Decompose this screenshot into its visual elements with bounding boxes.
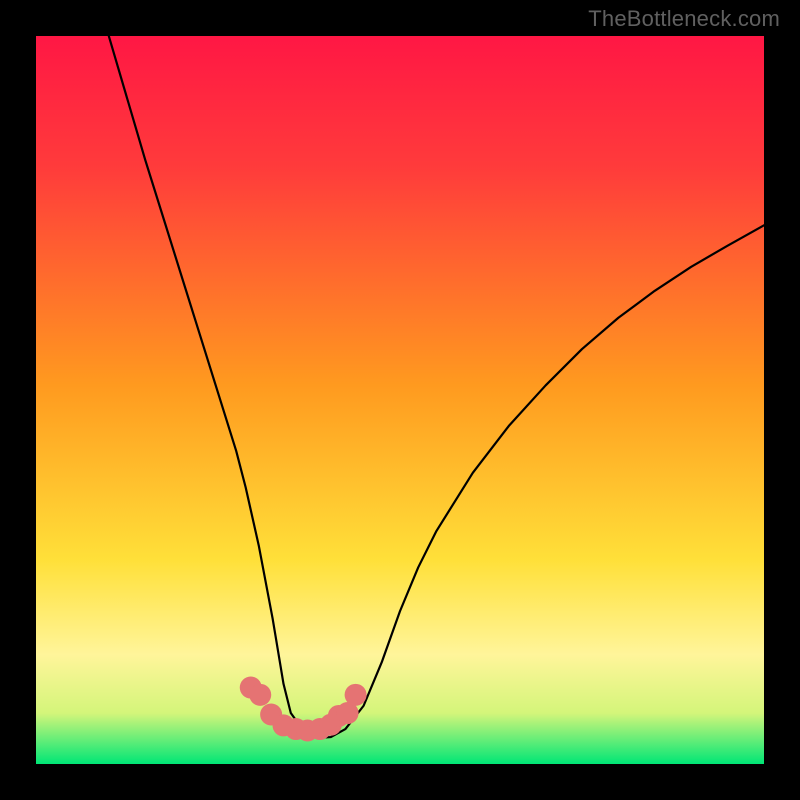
chart-svg bbox=[36, 36, 764, 764]
curve-marker bbox=[249, 684, 271, 706]
watermark-text: TheBottleneck.com bbox=[588, 6, 780, 32]
curve-marker bbox=[345, 684, 367, 706]
chart-frame: TheBottleneck.com bbox=[0, 0, 800, 800]
chart-plot-area bbox=[36, 36, 764, 764]
chart-background-gradient bbox=[36, 36, 764, 764]
